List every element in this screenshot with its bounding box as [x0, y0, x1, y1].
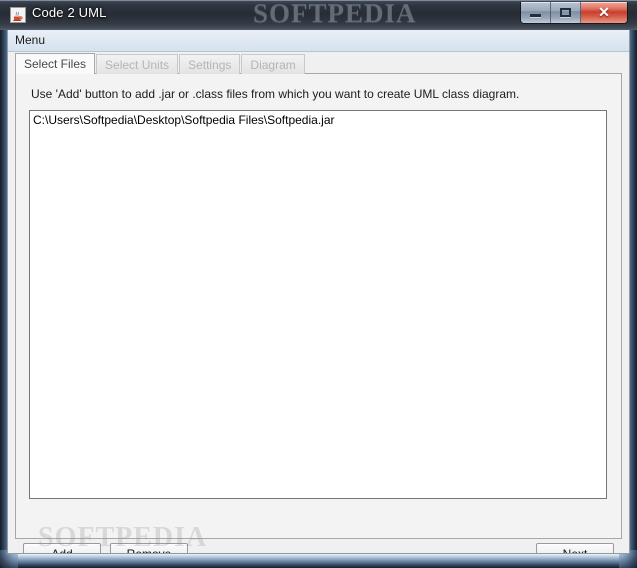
maximize-icon: [560, 8, 571, 17]
title-bar[interactable]: Code 2 UML SOFTPEDIA ✕: [0, 0, 637, 30]
list-item[interactable]: C:\Users\Softpedia\Desktop\Softpedia Fil…: [30, 111, 606, 127]
tab-select-units[interactable]: Select Units: [96, 54, 179, 74]
window-title: Code 2 UML: [32, 5, 107, 20]
file-list-box[interactable]: C:\Users\Softpedia\Desktop\Softpedia Fil…: [29, 110, 607, 499]
minimize-button[interactable]: [521, 2, 551, 23]
tab-strip: Select Files Select Units Settings Diagr…: [15, 53, 306, 74]
minimize-icon: [530, 14, 541, 17]
remove-button[interactable]: Remove: [110, 543, 188, 553]
button-bar: Add Remove Next: [15, 539, 622, 553]
tab-content-panel: Use 'Add' button to add .jar or .class f…: [15, 73, 622, 539]
close-button[interactable]: ✕: [581, 2, 627, 23]
tab-settings[interactable]: Settings: [179, 54, 241, 74]
next-button[interactable]: Next: [536, 543, 614, 553]
tab-diagram[interactable]: Diagram: [241, 54, 305, 74]
maximize-button[interactable]: [551, 2, 581, 23]
java-coffee-cup-icon: [10, 7, 26, 23]
menu-bar: Menu: [8, 30, 629, 52]
instruction-label: Use 'Add' button to add .jar or .class f…: [31, 87, 520, 101]
window-controls: ✕: [520, 2, 628, 24]
window-frame-bottom-edge: [0, 554, 637, 568]
client-area: Menu Select Files Select Units Settings …: [7, 30, 630, 554]
title-watermark: SOFTPEDIA: [253, 0, 417, 28]
add-button[interactable]: Add: [23, 543, 101, 553]
close-icon: ✕: [598, 4, 610, 20]
application-window: Code 2 UML SOFTPEDIA ✕ Menu Select Files…: [0, 0, 637, 568]
tab-select-files[interactable]: Select Files: [15, 53, 96, 74]
menu-item-menu[interactable]: Menu: [8, 30, 52, 49]
